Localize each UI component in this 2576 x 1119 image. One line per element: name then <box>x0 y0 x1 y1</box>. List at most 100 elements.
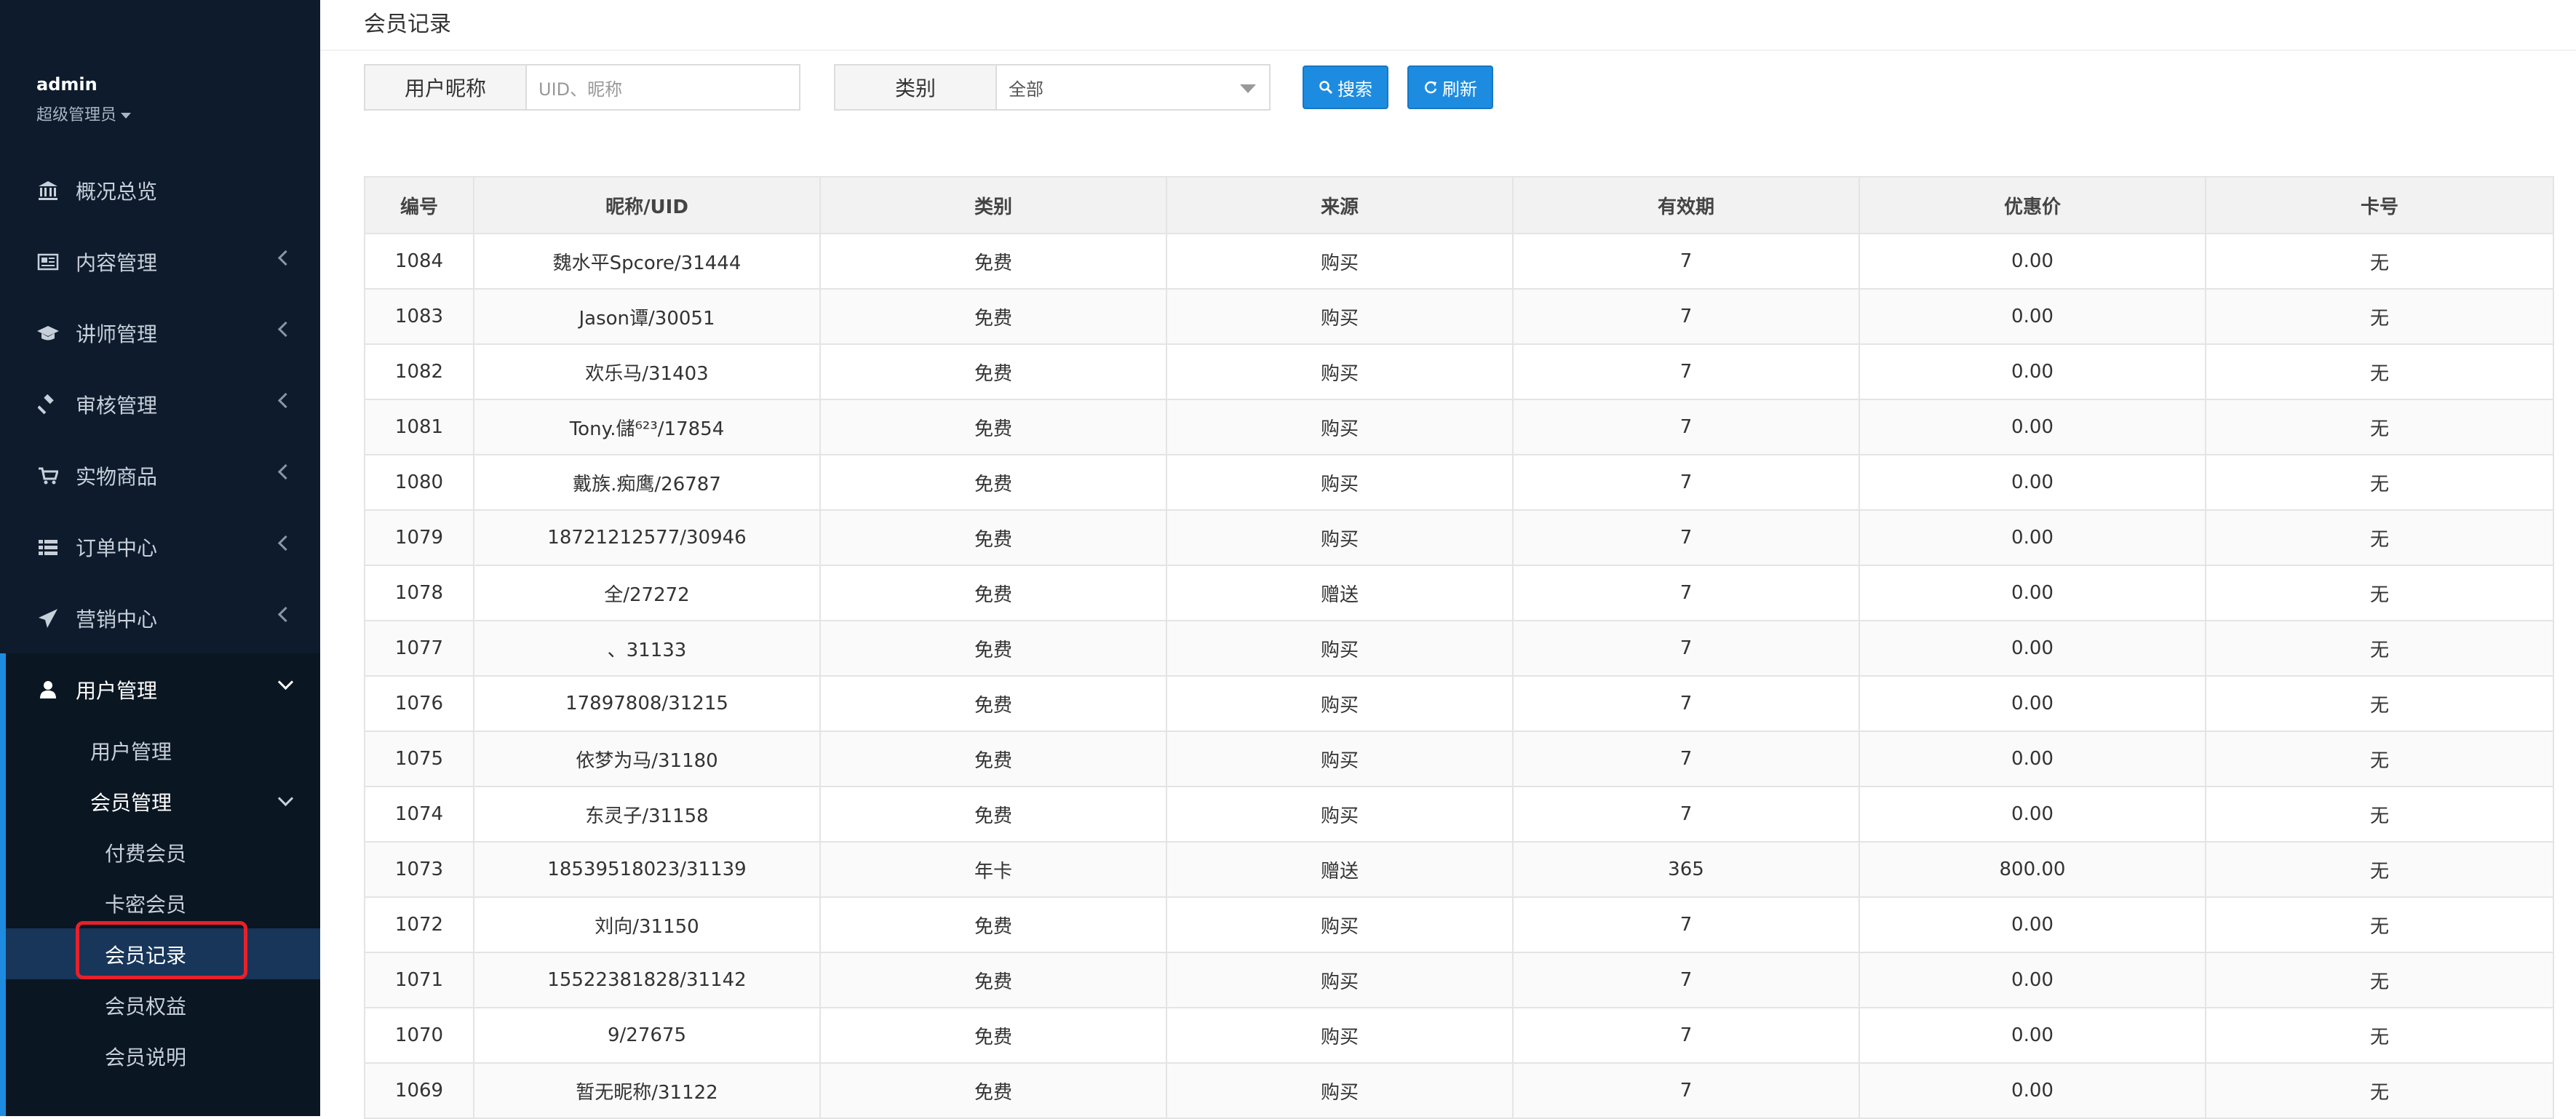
table-cell: 7 <box>1512 675 1860 732</box>
table-cell: 0.00 <box>1859 288 2206 345</box>
category-select[interactable]: 全部 <box>997 65 1269 109</box>
nav-item-orders[interactable]: 订单中心 <box>0 518 320 576</box>
nav-item-content[interactable]: 内容管理 <box>0 233 320 291</box>
gavel-icon <box>35 391 61 418</box>
nickname-filter: 用户昵称 UID、昵称 <box>364 64 800 111</box>
nav-label: 营销中心 <box>76 608 158 632</box>
nav-item-user-management[interactable]: 用户管理 <box>0 661 320 719</box>
table-header-row: 编号 昵称/UID 类别 来源 有效期 优惠价 卡号 <box>364 176 2554 234</box>
table-cell: 0.00 <box>1859 896 2206 953</box>
table-cell: 无 <box>2205 454 2554 511</box>
page-title: 会员记录 <box>364 12 451 37</box>
table-cell: 0.00 <box>1859 786 2206 843</box>
table-cell: 800.00 <box>1859 841 2206 898</box>
table-cell: 无 <box>2205 343 2554 400</box>
table-cell: 无 <box>2205 675 2554 732</box>
nav-label: 用户管理 <box>76 679 158 703</box>
table-cell: 7 <box>1512 565 1860 621</box>
search-button-label: 搜索 <box>1337 79 1372 100</box>
nav-label: 实物商品 <box>76 465 158 489</box>
sub-item-card-member[interactable]: 卡密会员 <box>105 889 186 918</box>
search-button[interactable]: 搜索 <box>1303 65 1388 109</box>
sidebar: admin 超级管理员 概况总览 内容管理 讲师管理 审核管理 实物商品 订单中… <box>0 0 320 1116</box>
table-body: 1084 魏水平Spcore/31444 免费 购买 7 0.00 无 1083 Jason谭/… <box>364 233 2554 1119</box>
active-section-bar <box>0 653 6 1116</box>
table-cell: 戴族.痴鹰/26787 <box>473 454 821 511</box>
nickname-label: 用户昵称 <box>365 65 527 109</box>
table-row: 1076 17897808/31215 免费 购买 7 0.00 无 <box>364 675 2554 732</box>
table-cell: 0.00 <box>1859 675 2206 732</box>
table-cell: 1071 <box>364 952 474 1008</box>
sub-item-member-rights[interactable]: 会员权益 <box>105 991 186 1020</box>
table-cell: 0.00 <box>1859 343 2206 400</box>
table-cell: 0.00 <box>1859 233 2206 290</box>
table-cell: 赠送 <box>1166 841 1514 898</box>
table-cell: 无 <box>2205 233 2554 290</box>
user-role-dropdown[interactable]: 超级管理员 <box>36 102 132 125</box>
table-cell: 无 <box>2205 288 2554 345</box>
nav-item-review[interactable]: 审核管理 <box>0 375 320 434</box>
table-cell: 无 <box>2205 1062 2554 1119</box>
table-cell: 7 <box>1512 233 1860 290</box>
table-cell: 无 <box>2205 730 2554 787</box>
nav-item-goods[interactable]: 实物商品 <box>0 447 320 505</box>
table-cell: 7 <box>1512 509 1860 566</box>
user-name: admin <box>36 74 98 95</box>
table-cell: 0.00 <box>1859 620 2206 677</box>
table-cell: 无 <box>2205 399 2554 455</box>
table-cell: 、31133 <box>473 620 821 677</box>
table-row: 1079 18721212577/30946 免费 购买 7 0.00 无 <box>364 509 2554 566</box>
table-cell: 免费 <box>819 952 1167 1008</box>
table-cell: 9/27675 <box>473 1007 821 1064</box>
nav-item-overview[interactable]: 概况总览 <box>0 162 320 220</box>
table-cell: 购买 <box>1166 233 1514 290</box>
table-cell: 7 <box>1512 620 1860 677</box>
table-cell: 魏水平Spcore/31444 <box>473 233 821 290</box>
divider <box>320 49 2576 51</box>
newspaper-icon <box>35 249 61 275</box>
graduation-cap-icon <box>35 320 61 346</box>
table-cell: 免费 <box>819 620 1167 677</box>
nav-label: 概况总览 <box>76 180 158 204</box>
table-cell: 17897808/31215 <box>473 675 821 732</box>
table-row: 1080 戴族.痴鹰/26787 免费 购买 7 0.00 无 <box>364 454 2554 511</box>
refresh-button[interactable]: 刷新 <box>1407 65 1493 109</box>
nav-item-teachers[interactable]: 讲师管理 <box>0 304 320 362</box>
nickname-input[interactable]: UID、昵称 <box>527 65 799 109</box>
table-cell: 依梦为马/31180 <box>473 730 821 787</box>
table-row: 1071 15522381828/31142 免费 购买 7 0.00 无 <box>364 952 2554 1008</box>
sub-item-paid-member[interactable]: 付费会员 <box>105 838 186 867</box>
table-row: 1078 全/27272 免费 赠送 7 0.00 无 <box>364 565 2554 621</box>
chevron-left-icon <box>277 392 294 409</box>
table-cell: 购买 <box>1166 343 1514 400</box>
table-cell: 无 <box>2205 1007 2554 1064</box>
table-row: 1075 依梦为马/31180 免费 购买 7 0.00 无 <box>364 730 2554 787</box>
column-header: 优惠价 <box>1859 176 2206 234</box>
table-cell: 无 <box>2205 952 2554 1008</box>
table-cell: 购买 <box>1166 896 1514 953</box>
table-cell: 365 <box>1512 841 1860 898</box>
chevron-down-icon <box>277 674 294 690</box>
paper-plane-icon <box>35 605 61 632</box>
table-cell: 1074 <box>364 786 474 843</box>
sub-item-member-desc[interactable]: 会员说明 <box>105 1042 186 1071</box>
sub-item-member-manage[interactable]: 会员管理 <box>90 787 172 816</box>
table-cell: 7 <box>1512 730 1860 787</box>
table-cell: 0.00 <box>1859 565 2206 621</box>
nav-item-marketing[interactable]: 营销中心 <box>0 589 320 648</box>
table-cell: 7 <box>1512 288 1860 345</box>
nav-label: 内容管理 <box>76 251 158 275</box>
table-row: 1082 欢乐马/31403 免费 购买 7 0.00 无 <box>364 343 2554 400</box>
refresh-icon <box>1423 80 1438 95</box>
table-row: 1073 18539518023/31139 年卡 赠送 365 800.00 无 <box>364 841 2554 898</box>
table-cell: 1081 <box>364 399 474 455</box>
table-cell: 免费 <box>819 1062 1167 1119</box>
table-cell: 0.00 <box>1859 952 2206 1008</box>
table-cell: 1073 <box>364 841 474 898</box>
table-cell: 7 <box>1512 454 1860 511</box>
table-cell: 1072 <box>364 896 474 953</box>
chevron-left-icon <box>277 606 294 623</box>
sub-item-user-manage[interactable]: 用户管理 <box>90 736 172 765</box>
table-cell: 1079 <box>364 509 474 566</box>
list-icon <box>35 534 61 560</box>
